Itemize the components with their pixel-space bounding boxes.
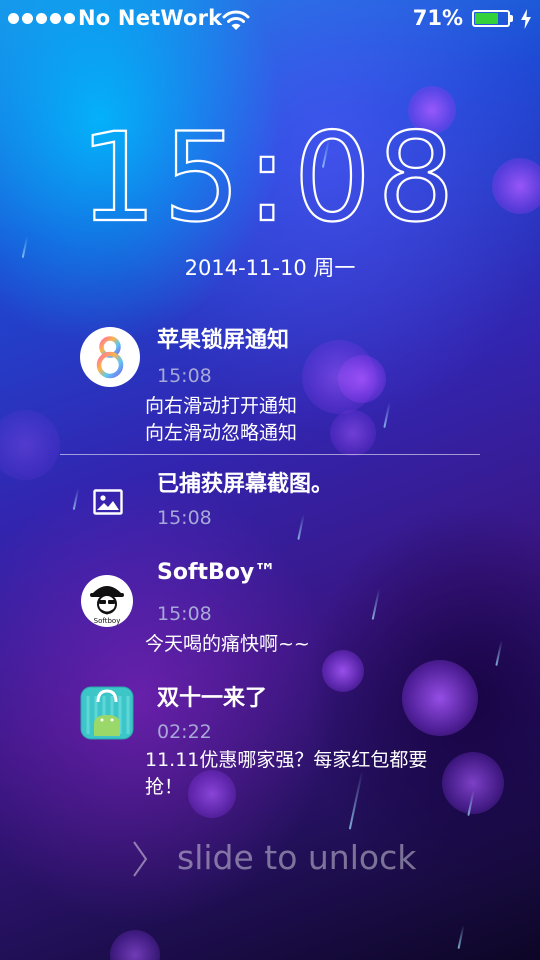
notification-body-line: 今天喝的痛快啊~~ bbox=[145, 633, 310, 655]
notification-body: 今天喝的痛快啊~~ bbox=[145, 631, 465, 658]
wifi-icon bbox=[222, 10, 250, 30]
notification-body: 11.11优惠哪家强？每家红包都要 抢！ bbox=[145, 747, 465, 801]
softboy-avatar-icon: Softboy bbox=[81, 575, 133, 627]
notification-title: SoftBoy™ bbox=[157, 560, 277, 585]
notification-title: 已捕获屏幕截图。 bbox=[157, 472, 334, 497]
ios8-icon bbox=[80, 327, 140, 387]
notification-title: 双十一来了 bbox=[157, 686, 268, 711]
notification-divider bbox=[60, 454, 480, 455]
signal-strength-icon bbox=[8, 13, 75, 24]
notification-title: 苹果锁屏通知 bbox=[157, 328, 290, 353]
notification-body-line: 向左滑动忽略通知 bbox=[145, 422, 298, 444]
notification-body-line: 抢！ bbox=[145, 776, 184, 798]
notification-time: 15:08 bbox=[157, 507, 212, 529]
chevron-right-icon bbox=[133, 841, 148, 877]
notification-time: 02:22 bbox=[157, 721, 212, 743]
notification-item[interactable]: 双十一来了 02:22 11.11优惠哪家强？每家红包都要 抢！ bbox=[0, 676, 540, 804]
charging-bolt-icon bbox=[521, 9, 531, 29]
notification-item[interactable]: 苹果锁屏通知 15:08 向右滑动打开通知 向左滑动忽略通知 bbox=[0, 316, 540, 452]
notification-time: 15:08 bbox=[157, 603, 212, 625]
carrier-label: No NetWork bbox=[78, 6, 223, 30]
slide-to-unlock-slider[interactable]: slide to unlock bbox=[0, 838, 540, 882]
notification-body-line: 向右滑动打开通知 bbox=[145, 395, 298, 417]
lock-screen: No NetWork 71% 15:08 2014-11-10 周一 苹果锁屏通… bbox=[0, 0, 540, 960]
battery-percentage: 71% bbox=[412, 6, 463, 30]
notification-item[interactable]: Softboy SoftBoy™ 15:08 今天喝的痛快啊~~ bbox=[0, 558, 540, 668]
android-shopping-bag-icon bbox=[80, 686, 134, 740]
battery-fill bbox=[475, 13, 498, 24]
slide-to-unlock-label: slide to unlock bbox=[177, 838, 417, 877]
image-icon bbox=[93, 489, 123, 515]
clock-time: 15:08 bbox=[79, 112, 461, 232]
status-bar: No NetWork 71% bbox=[0, 0, 540, 40]
notification-item[interactable]: 已捕获屏幕截图。 15:08 bbox=[0, 462, 540, 542]
battery-icon bbox=[472, 10, 516, 29]
notification-time: 15:08 bbox=[157, 365, 212, 387]
notification-body: 向右滑动打开通知 向左滑动忽略通知 bbox=[145, 393, 465, 447]
avatar-label: Softboy bbox=[94, 617, 121, 625]
lock-clock: 15:08 bbox=[78, 112, 461, 232]
notification-body-line: 11.11优惠哪家强？每家红包都要 bbox=[145, 749, 428, 771]
lock-date: 2014-11-10 周一 bbox=[184, 256, 356, 280]
